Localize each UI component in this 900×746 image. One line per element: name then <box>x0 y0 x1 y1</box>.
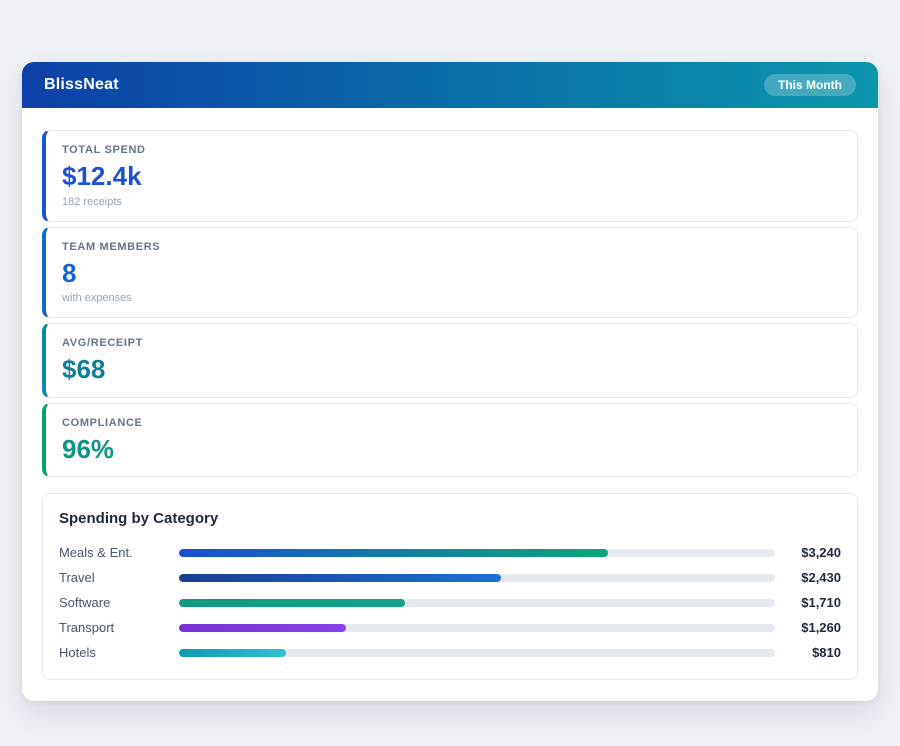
dashboard-content: TOTAL SPEND $12.4k 182 receipts TEAM MEM… <box>22 108 878 701</box>
stat-label: TEAM MEMBERS <box>62 241 841 253</box>
category-amount: $3,240 <box>775 545 841 560</box>
category-label: Software <box>59 595 179 610</box>
category-label: Hotels <box>59 645 179 660</box>
stat-value: 8 <box>62 259 841 288</box>
bar-track <box>179 549 775 557</box>
bar-track <box>179 574 775 582</box>
bar-track <box>179 649 775 657</box>
category-row-hotels: Hotels $810 <box>59 640 841 665</box>
category-row-transport: Transport $1,260 <box>59 615 841 640</box>
stat-card-avg-receipt: AVG/RECEIPT $68 <box>42 323 858 398</box>
category-amount: $810 <box>775 645 841 660</box>
bar-fill <box>179 624 346 632</box>
bar-track <box>179 599 775 607</box>
stat-value: $68 <box>62 355 841 384</box>
bar-track <box>179 624 775 632</box>
stat-value: $12.4k <box>62 162 841 191</box>
category-amount: $1,260 <box>775 620 841 635</box>
bar-fill <box>179 549 608 557</box>
stat-card-compliance: COMPLIANCE 96% <box>42 403 858 478</box>
stat-label: AVG/RECEIPT <box>62 337 841 349</box>
stat-card-total-spend: TOTAL SPEND $12.4k 182 receipts <box>42 130 858 222</box>
spending-by-category-card: Spending by Category Meals & Ent. $3,240… <box>42 493 858 680</box>
stat-value: 96% <box>62 435 841 464</box>
section-title: Spending by Category <box>59 510 841 527</box>
period-badge[interactable]: This Month <box>764 74 856 96</box>
bar-fill <box>179 574 501 582</box>
app-header: BlissNeat This Month <box>22 62 878 108</box>
stat-label: COMPLIANCE <box>62 417 841 429</box>
category-amount: $1,710 <box>775 595 841 610</box>
category-row-travel: Travel $2,430 <box>59 565 841 590</box>
stat-sub: 182 receipts <box>62 196 841 208</box>
category-row-meals: Meals & Ent. $3,240 <box>59 540 841 565</box>
app-title: BlissNeat <box>44 76 119 94</box>
category-amount: $2,430 <box>775 570 841 585</box>
stat-sub: with expenses <box>62 292 841 304</box>
stat-card-team-members: TEAM MEMBERS 8 with expenses <box>42 227 858 319</box>
expense-dashboard-card: BlissNeat This Month TOTAL SPEND $12.4k … <box>22 62 878 701</box>
bar-fill <box>179 649 286 657</box>
bar-fill <box>179 599 405 607</box>
category-label: Meals & Ent. <box>59 545 179 560</box>
category-label: Transport <box>59 620 179 635</box>
category-label: Travel <box>59 570 179 585</box>
category-row-software: Software $1,710 <box>59 590 841 615</box>
stat-label: TOTAL SPEND <box>62 144 841 156</box>
